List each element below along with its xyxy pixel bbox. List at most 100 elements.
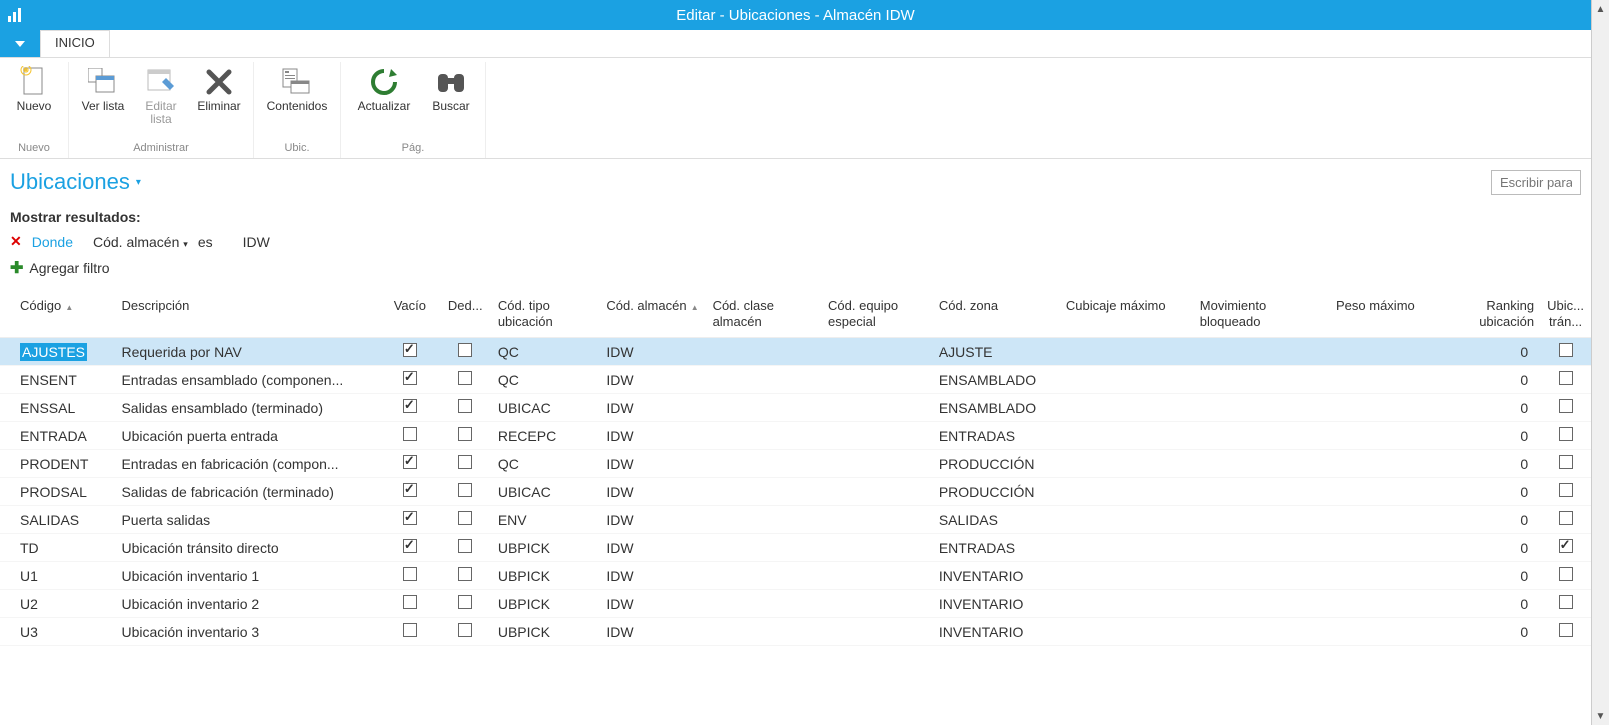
checkbox[interactable] [403,427,417,441]
checkbox[interactable] [458,567,472,581]
title-bar: Editar - Ubicaciones - Almacén IDW [0,0,1591,30]
checkbox[interactable] [458,371,472,385]
checkbox[interactable] [1559,399,1573,413]
checkbox[interactable] [458,343,472,357]
cell-codigo[interactable]: U1 [0,562,115,590]
quick-filter-input[interactable] [1491,170,1581,195]
col-codigo[interactable]: Código ▲ [0,294,115,338]
table-row[interactable]: ENSSALSalidas ensamblado (terminado)UBIC… [0,394,1591,422]
scroll-up-button[interactable]: ▲ [1592,0,1609,18]
remove-filter-button[interactable]: ✕ [10,233,22,250]
col-tipo[interactable]: Cód. tipo ubicación [492,294,601,338]
filter-field-dropdown[interactable]: Cód. almacén ▾ [93,234,188,250]
ribbon-tabs: INICIO [0,30,1591,58]
filter-field-value: Cód. almacén [93,234,179,250]
list-view-icon [87,66,119,98]
checkbox[interactable] [458,399,472,413]
checkbox[interactable] [1559,623,1573,637]
checkbox[interactable] [458,539,472,553]
binoculars-icon [435,66,467,98]
cell-codigo[interactable]: TD [0,534,115,562]
ver-lista-button[interactable]: Ver lista [75,62,131,140]
checkbox[interactable] [1559,371,1573,385]
scroll-track[interactable] [1592,18,1609,707]
col-peso[interactable]: Peso máximo [1330,294,1448,338]
page-title[interactable]: Ubicaciones ▾ [10,169,141,195]
checkbox[interactable] [1559,539,1573,553]
cell-codigo[interactable]: U3 [0,618,115,646]
checkbox[interactable] [458,595,472,609]
table-row[interactable]: PRODENTEntradas en fabricación (compon..… [0,450,1591,478]
window-title: Editar - Ubicaciones - Almacén IDW [676,7,914,24]
table-row[interactable]: SALIDASPuerta salidasENVIDWSALIDAS0 [0,506,1591,534]
table-row[interactable]: PRODSALSalidas de fabricación (terminado… [0,478,1591,506]
table-row[interactable]: TDUbicación tránsito directoUBPICKIDWENT… [0,534,1591,562]
nuevo-label: Nuevo [17,100,52,113]
checkbox[interactable] [403,567,417,581]
table-row[interactable]: AJUSTESRequerida por NAVQCIDWAJUSTE0 [0,338,1591,366]
checkbox[interactable] [1559,427,1573,441]
cell-codigo[interactable]: ENSSAL [0,394,115,422]
checkbox[interactable] [403,343,417,357]
scroll-down-button[interactable]: ▼ [1592,707,1609,725]
tab-inicio[interactable]: INICIO [40,30,110,57]
eliminar-label: Eliminar [197,100,240,113]
document-new-icon [18,66,50,98]
table-row[interactable]: ENTRADAUbicación puerta entradaRECEPCIDW… [0,422,1591,450]
nuevo-button[interactable]: Nuevo [6,62,62,140]
cell-codigo[interactable]: ENSENT [0,366,115,394]
checkbox[interactable] [403,455,417,469]
cell-codigo[interactable]: U2 [0,590,115,618]
cell-codigo[interactable]: AJUSTES [0,338,115,366]
checkbox[interactable] [1559,455,1573,469]
editar-lista-button[interactable]: Editar lista [133,62,189,140]
col-clase[interactable]: Cód. clase almacén [707,294,822,338]
cell-codigo[interactable]: PRODSAL [0,478,115,506]
col-almacen[interactable]: Cód. almacén ▲ [600,294,706,338]
scrollbar[interactable]: ▲ ▼ [1591,0,1609,725]
checkbox[interactable] [403,511,417,525]
col-descripcion[interactable]: Descripción [115,294,381,338]
plus-icon: ✚ [10,258,23,278]
checkbox[interactable] [403,595,417,609]
checkbox[interactable] [1559,483,1573,497]
contenidos-button[interactable]: Contenidos [260,62,334,140]
cell-codigo[interactable]: ENTRADA [0,422,115,450]
col-tran[interactable]: Ubic... trán... [1540,294,1591,338]
col-cubicaje[interactable]: Cubicaje máximo [1060,294,1194,338]
buscar-label: Buscar [432,100,469,113]
checkbox[interactable] [403,623,417,637]
add-filter-label: Agregar filtro [29,260,109,276]
col-equipo[interactable]: Cód. equipo especial [822,294,933,338]
refresh-icon [368,66,400,98]
actualizar-button[interactable]: Actualizar [347,62,421,140]
col-zona[interactable]: Cód. zona [933,294,1060,338]
table-row[interactable]: ENSENTEntradas ensamblado (componen...QC… [0,366,1591,394]
checkbox[interactable] [403,371,417,385]
add-filter-button[interactable]: ✚ Agregar filtro [10,258,1581,278]
cell-codigo[interactable]: PRODENT [0,450,115,478]
checkbox[interactable] [1559,595,1573,609]
checkbox[interactable] [458,455,472,469]
checkbox[interactable] [1559,567,1573,581]
buscar-button[interactable]: Buscar [423,62,479,140]
checkbox[interactable] [458,483,472,497]
file-menu-tab[interactable] [0,30,40,57]
checkbox[interactable] [403,399,417,413]
table-row[interactable]: U1Ubicación inventario 1UBPICKIDWINVENTA… [0,562,1591,590]
col-movimiento[interactable]: Movimiento bloqueado [1194,294,1330,338]
checkbox[interactable] [458,511,472,525]
checkbox[interactable] [403,539,417,553]
checkbox[interactable] [403,483,417,497]
checkbox[interactable] [1559,343,1573,357]
checkbox[interactable] [458,623,472,637]
col-ranking[interactable]: Ranking ubicación [1448,294,1540,338]
eliminar-button[interactable]: Eliminar [191,62,247,140]
checkbox[interactable] [458,427,472,441]
col-ded[interactable]: Ded... [439,294,492,338]
cell-codigo[interactable]: SALIDAS [0,506,115,534]
checkbox[interactable] [1559,511,1573,525]
col-vacio[interactable]: Vacío [381,294,439,338]
table-row[interactable]: U3Ubicación inventario 3UBPICKIDWINVENTA… [0,618,1591,646]
table-row[interactable]: U2Ubicación inventario 2UBPICKIDWINVENTA… [0,590,1591,618]
